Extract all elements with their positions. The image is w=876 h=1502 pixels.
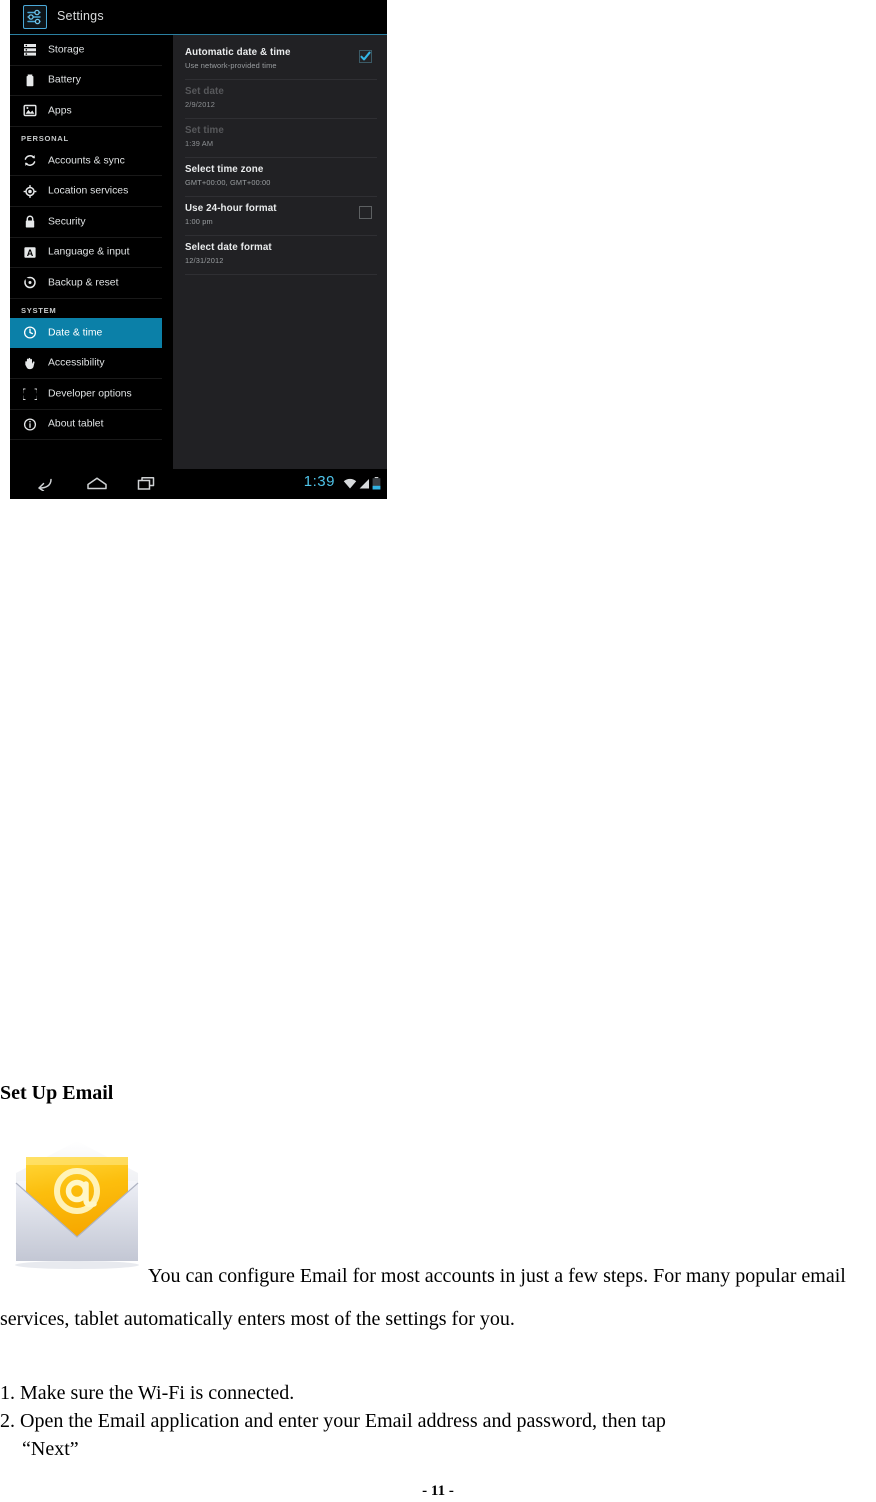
page-title: Set Up Email — [0, 1082, 114, 1104]
sidebar-item-label: Date & time — [48, 327, 103, 339]
list-item: 1. Make sure the Wi-Fi is connected. — [0, 1382, 295, 1404]
svg-text:A: A — [26, 248, 33, 258]
apps-icon — [21, 102, 38, 119]
intro-paragraph: You can configure Email for most account… — [0, 1255, 876, 1341]
pref-summary: 1:39 AM — [185, 139, 214, 148]
pref-title: Select time zone — [185, 164, 264, 175]
pref-title: Use 24-hour format — [185, 203, 277, 214]
sidebar-item-label: Developer options — [48, 388, 132, 400]
battery-status-icon — [372, 477, 381, 495]
pref-automatic-date-time[interactable]: Automatic date & time Use network-provid… — [185, 41, 377, 80]
settings-action-bar: Settings — [10, 0, 387, 35]
email-envelope-at-icon — [4, 1129, 150, 1275]
signal-icon — [359, 477, 370, 495]
sidebar-item-label: Battery — [48, 74, 81, 86]
sidebar-item-security[interactable]: Security — [10, 207, 162, 238]
pref-title: Automatic date & time — [185, 47, 291, 58]
system-navigation-bar: 1:39 — [10, 469, 387, 499]
pref-select-date-format[interactable]: Select date format 12/31/2012 — [185, 236, 377, 275]
pref-use-24-hour-format[interactable]: Use 24-hour format 1:00 pm — [185, 197, 377, 236]
home-icon[interactable] — [86, 476, 108, 496]
sidebar-item-accounts-sync[interactable]: Accounts & sync — [10, 146, 162, 177]
sidebar-item-label: Location services — [48, 185, 129, 197]
pref-summary: 2/9/2012 — [185, 100, 215, 109]
pref-title: Set time — [185, 125, 224, 136]
page-number: - 11 - — [422, 1483, 454, 1499]
intro-paragraph-text: You can configure Email for most account… — [0, 1265, 846, 1330]
sidebar-item-label: Accounts & sync — [48, 155, 125, 167]
status-clock: 1:39 — [303, 473, 335, 490]
pref-title: Set date — [185, 86, 224, 97]
battery-icon — [21, 72, 38, 89]
sidebar-item-developer-options[interactable]: { } Developer options — [10, 379, 162, 410]
settings-sliders-icon — [23, 5, 47, 29]
location-icon — [21, 183, 38, 200]
list-item-continuation: “Next” — [22, 1438, 79, 1460]
sidebar-item-battery[interactable]: Battery — [10, 66, 162, 97]
pref-set-time[interactable]: Set time 1:39 AM — [185, 119, 377, 158]
sidebar-item-label: Language & input — [48, 246, 130, 258]
pref-title: Select date format — [185, 242, 272, 253]
sidebar-item-storage[interactable]: Storage — [10, 35, 162, 66]
date-time-settings-panel: Automatic date & time Use network-provid… — [173, 35, 387, 469]
backup-icon — [21, 274, 38, 291]
sidebar-item-language-input[interactable]: A Language & input — [10, 238, 162, 269]
sidebar-item-backup-reset[interactable]: Backup & reset — [10, 268, 162, 299]
sidebar-item-about-tablet[interactable]: About tablet — [10, 410, 162, 441]
wifi-icon — [343, 477, 357, 495]
hand-icon — [21, 355, 38, 372]
lock-icon — [21, 213, 38, 230]
tablet-screenshot: Settings Storage Battery Apps PERSONAL A… — [10, 0, 387, 499]
pref-summary: 1:00 pm — [185, 217, 213, 226]
sidebar-item-label: About tablet — [48, 418, 104, 430]
list-item: 2. Open the Email application and enter … — [0, 1410, 666, 1432]
steps-list: 1. Make sure the Wi-Fi is connected. 2. … — [0, 1380, 876, 1464]
sidebar-section-label: SYSTEM — [21, 305, 57, 315]
sidebar-item-date-time[interactable]: Date & time — [10, 317, 162, 349]
sidebar-item-label: Accessibility — [48, 357, 105, 369]
sidebar-section-system: SYSTEM — [10, 298, 162, 318]
app-title: Settings — [57, 9, 104, 23]
status-icons — [343, 477, 381, 495]
sidebar-item-accessibility[interactable]: Accessibility — [10, 348, 162, 379]
svg-text:{ }: { } — [23, 388, 37, 401]
clock-icon — [21, 324, 38, 341]
automatic-date-time-checkbox[interactable] — [359, 50, 372, 63]
sidebar-item-label: Backup & reset — [48, 277, 119, 289]
sidebar-item-label: Storage — [48, 44, 85, 56]
use-24-hour-format-checkbox[interactable] — [359, 206, 372, 219]
sidebar-item-label: Security — [48, 216, 86, 228]
sidebar-item-apps[interactable]: Apps — [10, 96, 162, 127]
sidebar-item-label: Apps — [48, 105, 72, 117]
recent-apps-icon[interactable] — [137, 476, 157, 496]
pref-summary: GMT+00:00, GMT+00:00 — [185, 178, 271, 187]
sync-icon — [21, 152, 38, 169]
storage-icon — [21, 41, 38, 58]
sidebar-item-location-services[interactable]: Location services — [10, 176, 162, 207]
pref-select-time-zone[interactable]: Select time zone GMT+00:00, GMT+00:00 — [185, 158, 377, 197]
pref-summary: Use network-provided time — [185, 61, 277, 70]
sidebar-section-personal: PERSONAL — [10, 126, 162, 146]
braces-icon: { } — [21, 385, 38, 402]
pref-summary: 12/31/2012 — [185, 256, 224, 265]
sidebar-section-label: PERSONAL — [21, 133, 69, 143]
language-icon: A — [21, 244, 38, 261]
settings-sidebar: Storage Battery Apps PERSONAL Accounts &… — [10, 35, 162, 469]
back-arrow-icon[interactable] — [34, 476, 54, 496]
pref-set-date[interactable]: Set date 2/9/2012 — [185, 80, 377, 119]
info-icon — [21, 416, 38, 433]
